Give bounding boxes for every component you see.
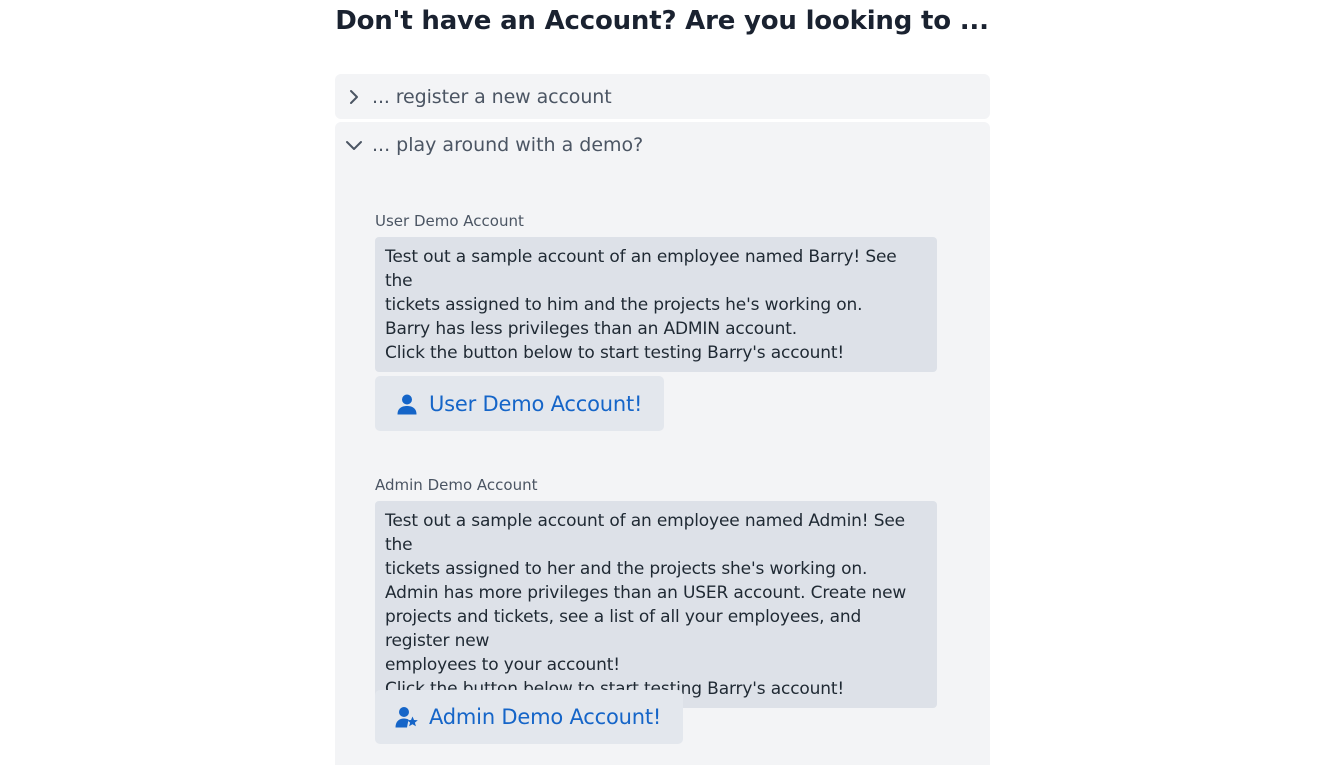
accordion-item-demo: ... play around with a demo? User Demo A… [335,122,990,765]
accordion-item-register-label: ... register a new account [372,85,612,108]
description-line: Admin has more privileges than an USER a… [385,583,907,603]
description-line: tickets assigned to her and the projects… [385,559,868,579]
description-line: tickets assigned to him and the projects… [385,295,863,315]
description-line: employees to your account! [385,655,620,675]
accordion-item-demo-label: ... play around with a demo? [372,133,644,156]
user-demo-description: Test out a sample account of an employee… [375,237,937,372]
chevron-down-icon [345,136,363,154]
user-icon [395,392,419,416]
admin-demo-description: Test out a sample account of an employee… [375,501,937,708]
user-demo-button[interactable]: User Demo Account! [375,376,665,431]
description-line: projects and tickets, see a list of all … [385,607,862,651]
admin-demo-label: Admin Demo Account [375,476,538,494]
chevron-right-icon [345,88,363,106]
description-line: Barry has less privileges than an ADMIN … [385,319,798,339]
description-line: Test out a sample account of an employee… [385,247,897,291]
user-demo-label: User Demo Account [375,212,524,230]
accordion-item-demo-header[interactable]: ... play around with a demo? [335,122,990,167]
accordion-item-register[interactable]: ... register a new account [335,74,990,119]
description-line: Click the button below to start testing … [385,343,845,363]
user-demo-section: User Demo Account Test out a sample acco… [375,212,937,372]
signup-accordion: ... register a new account ... play arou… [335,74,990,765]
user-demo-button-label: User Demo Account! [429,391,643,416]
description-line: Test out a sample account of an employee… [385,511,905,555]
user-star-icon [395,705,419,729]
admin-demo-button[interactable]: Admin Demo Account! [375,690,684,744]
admin-demo-button-label: Admin Demo Account! [429,705,662,729]
admin-demo-section: Admin Demo Account Test out a sample acc… [375,476,937,708]
page-title: Don't have an Account? Are you looking t… [335,6,989,36]
